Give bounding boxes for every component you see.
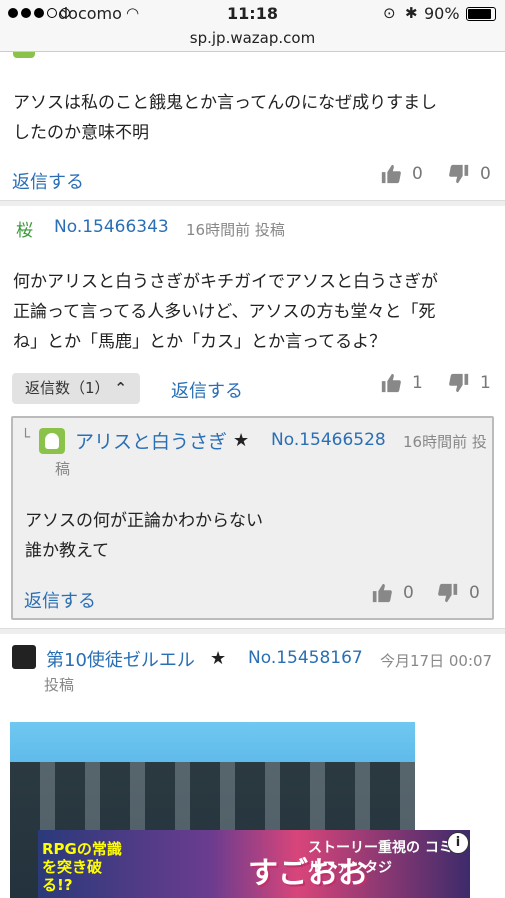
thumbs-down-icon (449, 373, 469, 393)
like-button[interactable]: 0 (371, 582, 414, 604)
bluetooth-icon: ✱ (405, 4, 418, 22)
reply-count-toggle[interactable]: 返信数（1） ⌃ (12, 373, 140, 404)
avatar (39, 428, 65, 454)
post-body: アソスは私のこと餓鬼とか言ってんのになぜ成りすまし したのか意味不明 (13, 88, 437, 148)
post-body-line: したのか意味不明 (13, 123, 149, 143)
reply-thread: └ アリスと白うさぎ ★ No.15466528 16時間前 投 稿 アソスの何… (11, 416, 494, 620)
post-body: アソスの何が正論かわからない 誰か教えて (25, 506, 263, 566)
post-time: 16時間前 投 (403, 433, 487, 451)
dislike-button[interactable]: 0 (437, 582, 480, 604)
dislike-count: 0 (480, 164, 491, 184)
chevron-up-icon: ⌃ (114, 379, 127, 397)
user-rank-star-icon: ★ (210, 648, 227, 669)
post-time: 今月17日 00:07 (380, 652, 493, 670)
avatar (13, 52, 35, 58)
url-bar[interactable]: sp.jp.wazap.com (0, 28, 505, 52)
like-count: 1 (412, 373, 423, 393)
ad-text: ストーリー重視の コミカルファンタジ (308, 840, 467, 876)
thumbs-down-icon (449, 164, 469, 184)
user-rank-star-icon: ★ (233, 430, 250, 451)
post-body-line: 誰か教えて (25, 541, 110, 561)
info-icon[interactable]: i (447, 832, 469, 854)
post-body: 何かアリスと白うさぎがキチガイでアソスと白うさぎが 正論って言ってる人多いけど、… (13, 267, 438, 357)
reply-indent-icon: └ (21, 428, 31, 446)
ad-banner[interactable]: RPGの常識を突き破る!? すごおお ストーリー重視の コミカルファンタジ (38, 830, 470, 898)
reply-button[interactable]: 返信する (24, 587, 96, 613)
ad-text: RPGの常識を突き破る!? (42, 840, 122, 894)
thumbs-up-icon (372, 583, 392, 603)
post-time-wrap: 投稿 (44, 676, 75, 694)
like-count: 0 (403, 583, 414, 603)
post-time-wrap: 稿 (55, 460, 71, 478)
post-number[interactable]: No.15466528 (271, 430, 386, 450)
like-count: 0 (412, 164, 423, 184)
post-body-line: ね」とか「馬鹿」とか「カス」とか言ってるよ？ (13, 332, 387, 352)
post-body-line: 何かアリスと白うさぎがキチガイでアソスと白うさぎが (13, 272, 438, 292)
divider (0, 628, 505, 634)
thumbs-up-icon (381, 373, 401, 393)
reply-button[interactable]: 返信する (171, 377, 243, 403)
post-time: 16時間前 投稿 (186, 221, 285, 239)
post-body-line: アソスは私のこと餓鬼とか言ってんのになぜ成りすまし (13, 93, 438, 113)
post-body-line: アソスの何が正論かわからない (25, 511, 263, 531)
post-number[interactable]: No.15458167 (248, 648, 363, 668)
author-name[interactable]: 第10使徒ゼルエル (46, 646, 195, 672)
post-body-line: 正論って言ってる人多いけど、アソスの方も堂々と「死 (13, 302, 436, 322)
like-button[interactable]: 1 (380, 372, 423, 394)
thumbs-up-icon (381, 164, 401, 184)
dislike-count: 1 (480, 373, 491, 393)
dislike-count: 0 (469, 583, 480, 603)
divider (0, 200, 505, 206)
like-button[interactable]: 0 (380, 163, 423, 185)
battery-percent: 90% (424, 4, 460, 23)
dislike-button[interactable]: 0 (448, 163, 491, 185)
author-name[interactable]: アリスと白うさぎ (75, 427, 227, 454)
author-name[interactable]: 桜 (16, 216, 33, 241)
reply-button[interactable]: 返信する (12, 168, 84, 194)
dislike-button[interactable]: 1 (448, 372, 491, 394)
rotation-lock-icon: ⊙ (383, 4, 396, 22)
battery-icon (466, 7, 496, 21)
post-number[interactable]: No.15466343 (54, 217, 169, 237)
thumbs-down-icon (438, 583, 458, 603)
avatar (12, 645, 36, 669)
status-bar: docomo ◠ 11:18 ⊙ ✱ 90% (0, 0, 505, 28)
reply-count-label: 返信数（1） (25, 379, 110, 397)
